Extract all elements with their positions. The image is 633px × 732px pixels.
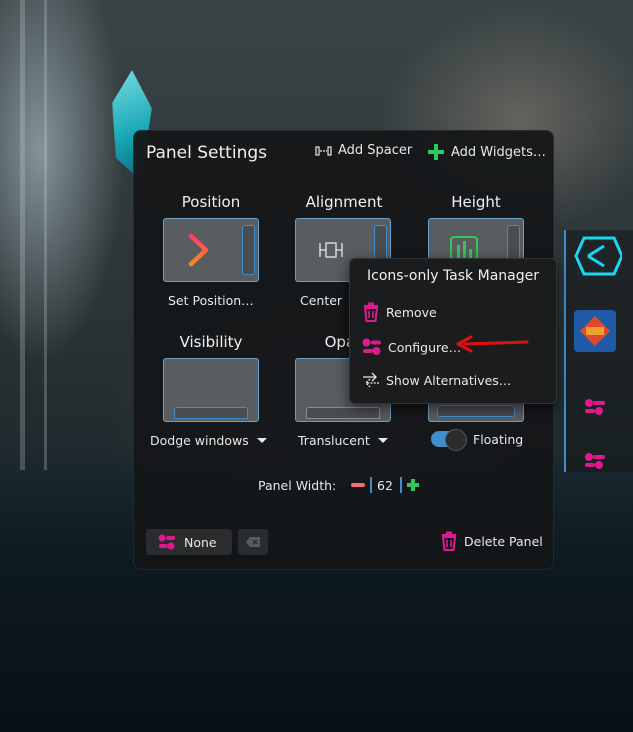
- position-value[interactable]: Set Position…: [168, 293, 254, 308]
- panel-dock: [564, 230, 633, 472]
- menu-item-remove[interactable]: Remove: [362, 302, 437, 322]
- configure-icon: [158, 534, 175, 550]
- alignment-label: Alignment: [305, 193, 383, 211]
- delete-panel-label: Delete Panel: [464, 533, 543, 549]
- configure-icon[interactable]: [584, 398, 606, 416]
- menu-item-label: Configure…: [388, 339, 462, 355]
- floating-label: Floating: [473, 431, 524, 447]
- alternatives-icon: [363, 372, 379, 388]
- panel-width-value[interactable]: 62: [377, 478, 393, 493]
- spinbox-edge: [400, 477, 402, 493]
- menu-item-label: Show Alternatives…: [386, 372, 512, 388]
- panel-bottom-indicator: [437, 405, 515, 417]
- add-spacer-button[interactable]: Add Spacer: [315, 143, 412, 158]
- chevron-down-icon: [256, 438, 267, 443]
- widget-context-menu: Icons-only Task Manager Remove Configure…: [349, 258, 557, 404]
- backspace-icon: [246, 537, 260, 547]
- center-align-icon: [319, 242, 343, 258]
- configure-icon[interactable]: [584, 452, 606, 470]
- clear-shortcut-button[interactable]: [238, 529, 268, 555]
- toggle-knob: [445, 429, 467, 451]
- opacity-value: Translucent: [298, 433, 370, 448]
- menu-item-show-alternatives[interactable]: Show Alternatives…: [362, 372, 511, 388]
- shortcut-button[interactable]: None: [146, 529, 232, 555]
- add-widgets-button[interactable]: Add Widgets…: [427, 143, 546, 161]
- app-icon[interactable]: [572, 308, 618, 354]
- trash-icon: [441, 531, 457, 551]
- spinbox-edge: [370, 477, 372, 493]
- spacer-icon: [315, 145, 332, 156]
- alignment-value[interactable]: Center: [300, 293, 342, 308]
- chevron-right-icon: [188, 233, 209, 267]
- wallpaper-light-ray: [44, 0, 47, 470]
- minus-icon[interactable]: [350, 479, 366, 491]
- chevron-down-icon: [377, 438, 388, 443]
- configure-icon: [362, 338, 381, 355]
- visibility-dropdown[interactable]: Dodge windows: [150, 433, 267, 448]
- shortcut-value: None: [184, 534, 217, 550]
- trash-icon: [363, 302, 379, 322]
- visibility-value: Dodge windows: [150, 433, 249, 448]
- app-launcher-icon[interactable]: [570, 234, 622, 278]
- panel-bottom-indicator: [174, 407, 248, 419]
- floating-toggle[interactable]: Floating: [431, 429, 524, 451]
- plus-icon: [428, 144, 444, 160]
- toggle-switch[interactable]: [431, 429, 467, 451]
- panel-edge-indicator: [242, 225, 255, 275]
- position-tile[interactable]: [163, 218, 259, 282]
- visibility-tile[interactable]: [163, 358, 259, 422]
- add-spacer-label: Add Spacer: [338, 143, 413, 158]
- context-menu-title: Icons-only Task Manager: [367, 268, 539, 284]
- plus-icon[interactable]: [406, 478, 420, 492]
- wallpaper-light-ray: [20, 0, 25, 470]
- opacity-dropdown[interactable]: Translucent: [298, 433, 388, 448]
- add-widgets-label: Add Widgets…: [451, 144, 546, 160]
- menu-item-label: Remove: [386, 304, 437, 320]
- delete-panel-button[interactable]: Delete Panel: [440, 531, 543, 551]
- visibility-label: Visibility: [179, 333, 243, 351]
- panel-edge-left: [564, 230, 566, 472]
- panel-bottom-indicator: [306, 407, 380, 419]
- menu-item-configure[interactable]: Configure…: [362, 338, 461, 356]
- panel-width-label: Panel Width:: [258, 478, 337, 493]
- position-label: Position: [181, 193, 241, 211]
- dialog-title: Panel Settings: [146, 143, 267, 163]
- annotation-arrow-icon: [456, 335, 529, 353]
- height-label: Height: [451, 193, 501, 211]
